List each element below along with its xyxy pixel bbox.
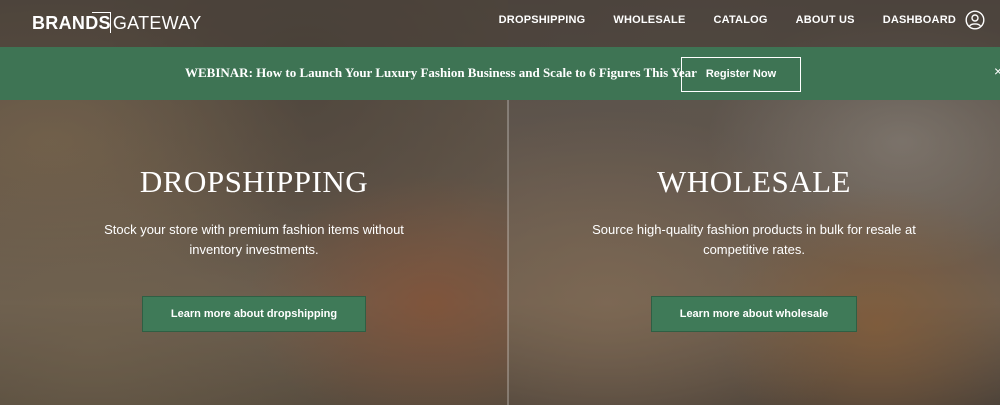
learn-more-dropshipping-button[interactable]: Learn more about dropshipping [141, 296, 367, 332]
page: DROPSHIPPING Stock your store with premi… [0, 0, 1000, 405]
register-now-button[interactable]: Register Now [681, 57, 801, 92]
brandsgateway-logo[interactable]: BRANDS GATEWAY [32, 10, 202, 36]
user-circle-icon[interactable] [965, 10, 985, 30]
logo-bracket-mark [92, 12, 111, 33]
learn-more-wholesale-button[interactable]: Learn more about wholesale [650, 296, 858, 332]
nav-item-dropshipping[interactable]: DROPSHIPPING [499, 14, 586, 26]
wholesale-title: WHOLESALE [657, 164, 851, 199]
site-header: BRANDS GATEWAY DROPSHIPPING WHOLESALE CA… [0, 0, 1000, 47]
nav-item-catalog[interactable]: CATALOG [713, 14, 767, 26]
close-icon[interactable]: × [994, 63, 1000, 79]
wholesale-content: WHOLESALE Source high-quality fashion pr… [508, 164, 1000, 332]
dropshipping-content: DROPSHIPPING Stock your store with premi… [0, 164, 508, 332]
main-nav: DROPSHIPPING WHOLESALE CATALOG ABOUT US … [471, 0, 956, 40]
dropshipping-description: Stock your store with premium fashion it… [104, 222, 404, 257]
nav-item-wholesale[interactable]: WHOLESALE [613, 14, 685, 26]
webinar-banner-text: WEBINAR: How to Launch Your Luxury Fashi… [185, 65, 697, 80]
webinar-banner: WEBINAR: How to Launch Your Luxury Fashi… [0, 47, 1000, 100]
nav-item-about-us[interactable]: ABOUT US [796, 14, 855, 26]
panel-divider [507, 100, 509, 405]
nav-item-dashboard[interactable]: DASHBOARD [883, 14, 956, 26]
wholesale-description: Source high-quality fashion products in … [592, 222, 916, 257]
dropshipping-title: DROPSHIPPING [139, 164, 369, 199]
logo-gateway-text: GATEWAY [112, 12, 202, 33]
